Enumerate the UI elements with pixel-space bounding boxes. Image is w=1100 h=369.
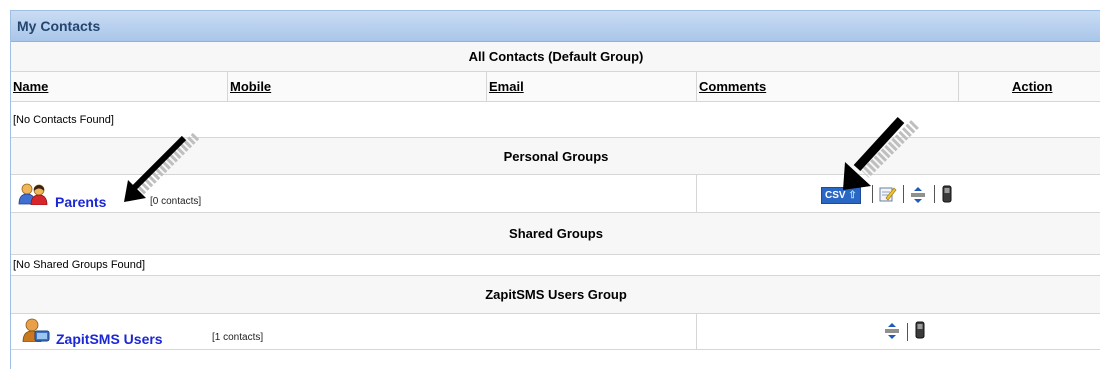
group-link-parents[interactable]: Parents: [55, 194, 106, 210]
column-mobile-sort[interactable]: Mobile: [230, 79, 271, 94]
user-group-icon: [21, 318, 51, 347]
panel-title: My Contacts: [11, 11, 1100, 42]
column-comments-sort[interactable]: Comments: [699, 79, 766, 94]
my-contacts-panel: My Contacts All Contacts (Default Group)…: [10, 10, 1100, 369]
group-link-zapitsms-users[interactable]: ZapitSMS Users: [56, 331, 163, 347]
group-count-zapitsms-users: [1 contacts]: [212, 332, 264, 343]
separator: [903, 185, 904, 203]
mobile-phone-icon[interactable]: [915, 321, 925, 344]
section-personal-groups: Personal Groups: [11, 138, 1100, 175]
no-contacts-message: [No Contacts Found]: [13, 114, 114, 126]
no-shared-groups-message: [No Shared Groups Found]: [13, 259, 146, 271]
group-row-zapitsms-users: ZapitSMS Users [1 contacts]: [11, 314, 1100, 350]
expand-collapse-icon[interactable]: [884, 322, 900, 345]
separator: [934, 185, 935, 203]
section-users-group: ZapitSMS Users Group: [11, 276, 1100, 314]
no-shared-groups-row: [No Shared Groups Found]: [11, 255, 1100, 276]
group-count-parents: [0 contacts]: [150, 196, 202, 207]
column-name-sort[interactable]: Name: [13, 79, 48, 94]
separator: [907, 323, 908, 341]
section-all-contacts: All Contacts (Default Group): [11, 42, 1100, 72]
csv-upload-icon[interactable]: CSV ⇧: [821, 187, 861, 204]
edit-icon[interactable]: [879, 185, 897, 208]
column-email-sort[interactable]: Email: [489, 79, 524, 94]
expand-collapse-icon[interactable]: [910, 186, 926, 209]
people-group-icon: [18, 183, 50, 210]
section-shared-groups: Shared Groups: [11, 213, 1100, 255]
column-action-header[interactable]: Action: [1012, 79, 1052, 94]
column-header-row: Name Mobile Email Comments Action: [11, 72, 1100, 102]
no-contacts-row: [No Contacts Found]: [11, 102, 1100, 138]
group-row-parents: Parents [0 contacts] CSV ⇧: [11, 175, 1100, 213]
mobile-phone-icon[interactable]: [942, 185, 952, 208]
separator: [872, 185, 873, 203]
